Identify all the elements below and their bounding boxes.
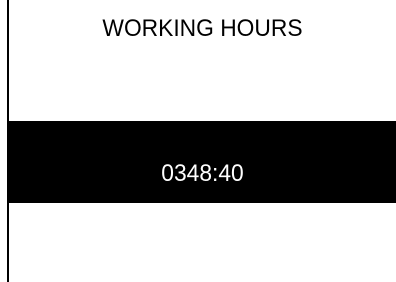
working-hours-value: 0348:40 bbox=[161, 160, 244, 187]
screen-title: WORKING HOURS bbox=[102, 15, 303, 42]
value-highlight-band: 0348:40 bbox=[7, 121, 396, 203]
working-hours-screen: WORKING HOURS 0348:40 bbox=[7, 0, 396, 282]
